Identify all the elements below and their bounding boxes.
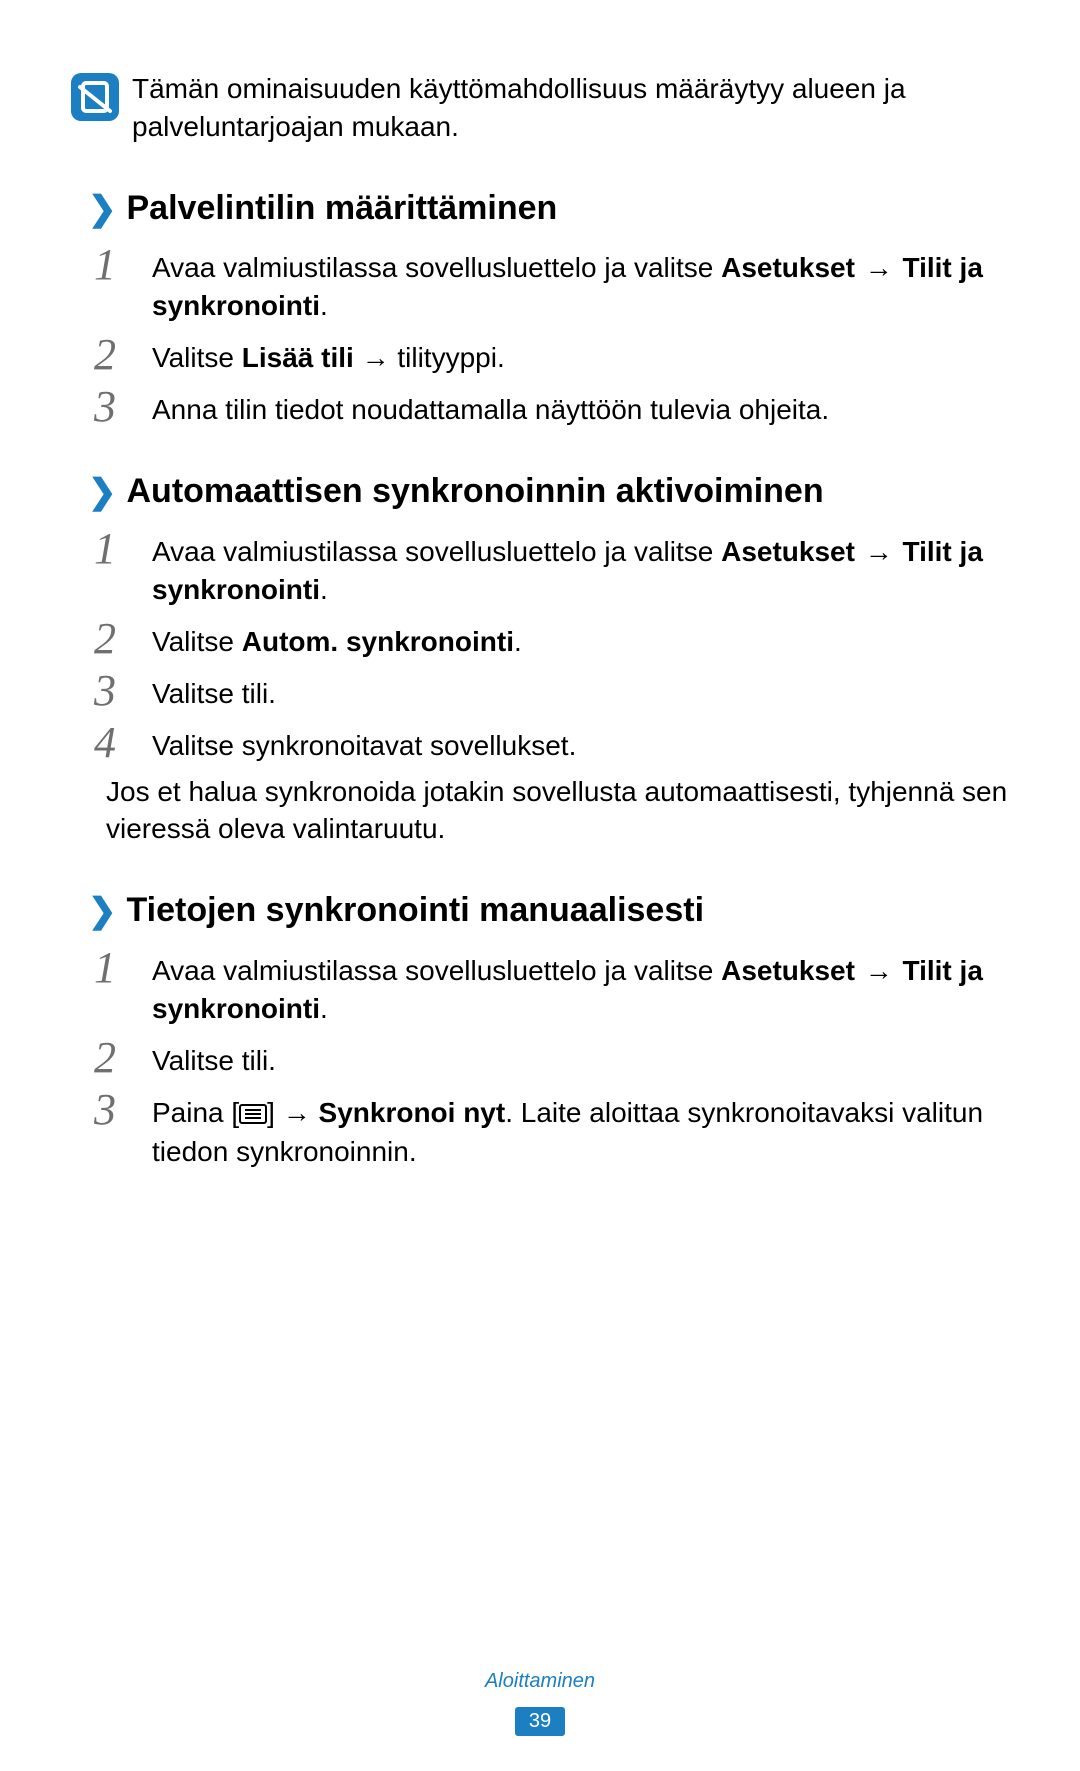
note-text: Tämän ominaisuuden käyttömahdollisuus mä… — [132, 70, 1010, 146]
text: . — [514, 626, 522, 657]
text: Paina [ — [152, 1097, 239, 1128]
chevron-icon: ❯ — [88, 475, 117, 509]
step-row: 1 Avaa valmiustilassa sovellusluettelo j… — [94, 243, 1010, 325]
step-text: Anna tilin tiedot noudattamalla näyttöön… — [152, 385, 1010, 429]
step-text: Avaa valmiustilassa sovellusluettelo ja … — [152, 946, 1010, 1028]
step-row: 1 Avaa valmiustilassa sovellusluettelo j… — [94, 527, 1010, 609]
section-manual-sync: ❯ Tietojen synkronointi manuaalisesti 1 … — [70, 888, 1010, 1171]
step-text: Avaa valmiustilassa sovellusluettelo ja … — [152, 527, 1010, 609]
arrow-icon: → — [855, 252, 903, 283]
page-number: 39 — [515, 1707, 565, 1736]
section-title: Tietojen synkronointi manuaalisesti — [127, 888, 705, 934]
text: . — [320, 574, 328, 605]
step-number: 4 — [94, 721, 152, 765]
text-bold: Synkronoi nyt — [319, 1097, 506, 1128]
note-icon — [70, 72, 120, 122]
text: . — [320, 290, 328, 321]
step-number: 3 — [94, 385, 152, 429]
menu-icon — [239, 1096, 267, 1134]
step-number: 1 — [94, 527, 152, 571]
text: Avaa valmiustilassa sovellusluettelo ja … — [152, 955, 721, 986]
step-number: 3 — [94, 669, 152, 713]
chevron-icon: ❯ — [88, 894, 117, 928]
section-title: Automaattisen synkronoinnin aktivoiminen — [127, 469, 824, 515]
text: . — [320, 993, 328, 1024]
arrow-icon: → — [855, 955, 903, 986]
text: Valitse — [152, 626, 242, 657]
text: → tilityyppi. — [354, 342, 505, 373]
step-row: 2 Valitse Autom. synkronointi. — [94, 617, 1010, 661]
text-bold: Lisää tili — [242, 342, 354, 373]
step-text: Valitse Autom. synkronointi. — [152, 617, 1010, 661]
section-auto-sync: ❯ Automaattisen synkronoinnin aktivoimin… — [70, 469, 1010, 848]
step-number: 3 — [94, 1088, 152, 1132]
step-row: 3 Valitse tili. — [94, 669, 1010, 713]
body-paragraph: Jos et halua synkronoida jotakin sovellu… — [106, 773, 1010, 849]
text-bold: Asetukset — [721, 536, 855, 567]
step-row: 3 Anna tilin tiedot noudattamalla näyttö… — [94, 385, 1010, 429]
text-bold: Autom. synkronointi — [242, 626, 514, 657]
section-server-account: ❯ Palvelintilin määrittäminen 1 Avaa val… — [70, 186, 1010, 429]
step-text: Paina [] → Synkronoi nyt. Laite aloittaa… — [152, 1088, 1010, 1172]
page-footer: Aloittaminen 39 — [0, 1668, 1080, 1737]
section-heading: ❯ Tietojen synkronointi manuaalisesti — [88, 888, 1010, 934]
step-text: Valitse tili. — [152, 669, 1010, 713]
text: ] → — [267, 1097, 318, 1128]
text: Avaa valmiustilassa sovellusluettelo ja … — [152, 536, 721, 567]
step-text: Valitse Lisää tili → tilityyppi. — [152, 333, 1010, 377]
text: Valitse — [152, 342, 242, 373]
section-heading: ❯ Palvelintilin määrittäminen — [88, 186, 1010, 232]
step-row: 1 Avaa valmiustilassa sovellusluettelo j… — [94, 946, 1010, 1028]
step-number: 1 — [94, 243, 152, 287]
step-text: Valitse synkronoitavat sovellukset. — [152, 721, 1010, 765]
step-number: 2 — [94, 617, 152, 661]
step-row: 4 Valitse synkronoitavat sovellukset. — [94, 721, 1010, 765]
step-row: 2 Valitse tili. — [94, 1036, 1010, 1080]
step-row: 2 Valitse Lisää tili → tilityyppi. — [94, 333, 1010, 377]
step-text: Valitse tili. — [152, 1036, 1010, 1080]
arrow-icon: → — [855, 536, 903, 567]
text: Avaa valmiustilassa sovellusluettelo ja … — [152, 252, 721, 283]
section-heading: ❯ Automaattisen synkronoinnin aktivoimin… — [88, 469, 1010, 515]
text-bold: Asetukset — [721, 252, 855, 283]
footer-section-label: Aloittaminen — [0, 1668, 1080, 1695]
step-number: 2 — [94, 333, 152, 377]
chevron-icon: ❯ — [88, 192, 117, 226]
step-number: 1 — [94, 946, 152, 990]
step-row: 3 Paina [] → Synkronoi nyt. Laite aloitt… — [94, 1088, 1010, 1172]
text-bold: Asetukset — [721, 955, 855, 986]
section-title: Palvelintilin määrittäminen — [127, 186, 558, 232]
step-number: 2 — [94, 1036, 152, 1080]
note-callout: Tämän ominaisuuden käyttömahdollisuus mä… — [70, 70, 1010, 146]
step-text: Avaa valmiustilassa sovellusluettelo ja … — [152, 243, 1010, 325]
page-content: Tämän ominaisuuden käyttömahdollisuus mä… — [0, 0, 1080, 1171]
